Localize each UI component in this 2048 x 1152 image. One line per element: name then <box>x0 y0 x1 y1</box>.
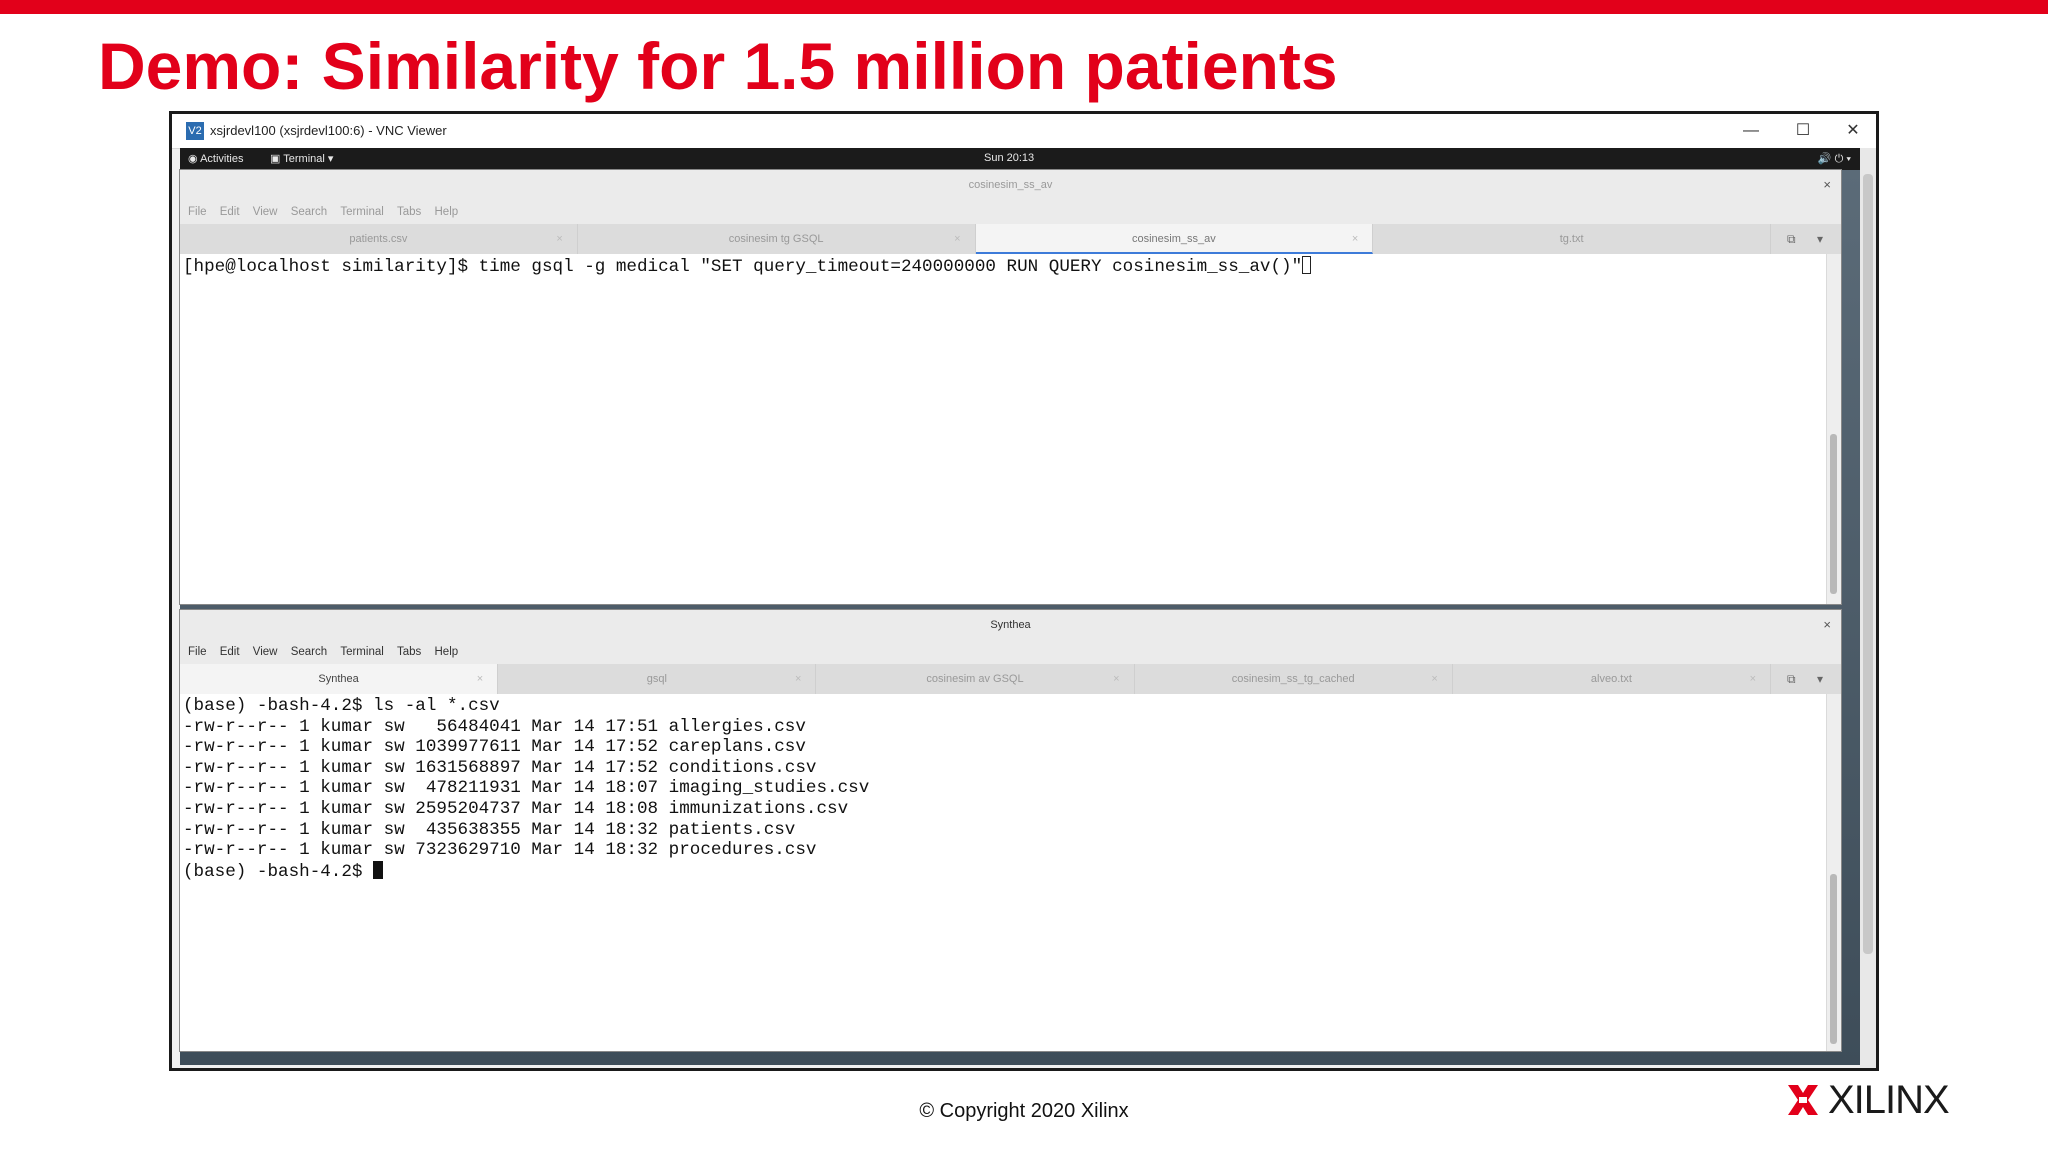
terminal-window-bottom: Synthea × File Edit View Search Terminal… <box>180 610 1841 1051</box>
terminal-menubar: File Edit View Search Terminal Tabs Help <box>180 200 1841 224</box>
tab-cosinesim-ss-tg-cached[interactable]: cosinesim_ss_tg_cached × <box>1135 664 1453 694</box>
tab-cosinesim-ss-av[interactable]: cosinesim_ss_av × <box>975 224 1374 254</box>
chevron-down-icon[interactable]: ▾ <box>1817 224 1823 254</box>
close-icon[interactable]: × <box>1823 610 1831 640</box>
menu-edit[interactable]: Edit <box>220 640 240 664</box>
terminal-app-menu[interactable]: ▣ Terminal ▾ <box>270 152 333 165</box>
scrollbar-thumb[interactable] <box>1830 874 1837 1044</box>
vnc-app-icon: V2 <box>186 122 204 140</box>
shell-prompt: (base) -bash-4.2$ <box>183 861 374 882</box>
terminal-title[interactable]: cosinesim_ss_av × <box>180 170 1841 200</box>
terminal-output-bottom[interactable]: (base) -bash-4.2$ ls -al *.csv -rw-r--r--… <box>180 694 1825 1051</box>
tab-synthea[interactable]: Synthea × <box>180 664 499 694</box>
menu-tabs[interactable]: Tabs <box>397 640 421 664</box>
menu-search[interactable]: Search <box>291 200 327 224</box>
copyright-footer: © Copyright 2020 Xilinx <box>919 1100 1129 1122</box>
menu-help[interactable]: Help <box>435 200 459 224</box>
listing-row: -rw-r--r-- 1 kumar sw 1039977611 Mar 14 … <box>183 737 806 758</box>
new-tab-icon[interactable]: ⧉ <box>1787 664 1796 694</box>
gnome-top-bar: ◉ Activities ▣ Terminal ▾ Sun 20:13 🔊 ⏻ … <box>180 148 1863 170</box>
scrollbar-thumb[interactable] <box>1830 434 1837 594</box>
scrollbar-thumb[interactable] <box>1863 174 1873 954</box>
remote-desktop: cosinesim_ss_av × File Edit View Search … <box>180 170 1863 1065</box>
command-text: time gsql -g medical "SET query_timeout=… <box>478 257 1303 277</box>
tab-cosinesim-tg-gsql[interactable]: cosinesim tg GSQL × <box>578 224 976 254</box>
minimize-icon[interactable]: — <box>1738 118 1764 144</box>
shell-prompt: [hpe@localhost similarity]$ <box>183 257 479 277</box>
terminal-menubar: File Edit View Search Terminal Tabs Help <box>180 640 1841 664</box>
menu-file[interactable]: File <box>188 640 207 664</box>
menu-view[interactable]: View <box>253 640 278 664</box>
system-status-icons[interactable]: 🔊 ⏻ ▾ <box>1818 152 1851 166</box>
close-icon[interactable]: × <box>477 664 483 694</box>
tab-gsql[interactable]: gsql × <box>498 664 817 694</box>
text-cursor <box>1302 256 1312 274</box>
terminal-output-top[interactable]: [hpe@localhost similarity]$ time gsql -g… <box>180 254 1825 604</box>
slide-title: Demo: Similarity for 1.5 million patient… <box>98 29 1338 103</box>
vnc-window-title: xsjrdevl100 (xsjrdevl100:6) - VNC Viewer <box>210 123 447 138</box>
tab-alveo-txt[interactable]: alveo.txt × <box>1453 664 1772 694</box>
terminal-tab-bar: patients.csv × cosinesim tg GSQL × cosines… <box>180 224 1841 254</box>
clock[interactable]: Sun 20:13 <box>984 152 1034 164</box>
menu-view[interactable]: View <box>253 200 278 224</box>
text-cursor <box>373 860 384 879</box>
vnc-titlebar[interactable]: V2 xsjrdevl100 (xsjrdevl100:6) - VNC Vie… <box>172 114 1876 149</box>
prompt-line: (base) -bash-4.2$ <box>183 860 1822 883</box>
menu-edit[interactable]: Edit <box>220 200 240 224</box>
terminal-window-top: cosinesim_ss_av × File Edit View Search … <box>180 170 1841 604</box>
listing-row: -rw-r--r-- 1 kumar sw 7323629710 Mar 14 … <box>183 840 817 861</box>
menu-file[interactable]: File <box>188 200 207 224</box>
terminal-scrollbar-bottom[interactable] <box>1826 694 1841 1051</box>
close-icon[interactable]: × <box>556 224 562 254</box>
activities-button[interactable]: ◉ Activities <box>188 152 243 165</box>
maximize-icon[interactable]: ☐ <box>1790 118 1816 144</box>
tab-controls: ⧉ ▾ <box>1771 224 1841 254</box>
close-icon[interactable]: × <box>1352 224 1358 254</box>
listing-row: -rw-r--r-- 1 kumar sw 435638355 Mar 14 1… <box>183 819 796 840</box>
terminal-title[interactable]: Synthea × <box>180 610 1841 640</box>
listing-row: -rw-r--r-- 1 kumar sw 56484041 Mar 14 17… <box>183 716 806 737</box>
menu-search[interactable]: Search <box>291 640 327 664</box>
command-line: (base) -bash-4.2$ ls -al *.csv <box>183 696 500 716</box>
logo-wordmark: XILINX <box>1828 1077 1950 1122</box>
terminal-tab-bar: Synthea × gsql × cosinesim av GSQL × cosine… <box>180 664 1841 694</box>
chevron-down-icon[interactable]: ▾ <box>1817 664 1823 694</box>
close-icon[interactable]: ✕ <box>1840 118 1866 144</box>
close-icon[interactable]: × <box>1823 170 1831 200</box>
menu-tabs[interactable]: Tabs <box>397 200 421 224</box>
close-icon[interactable]: × <box>954 224 960 254</box>
menu-terminal[interactable]: Terminal <box>340 640 383 664</box>
tab-controls: ⧉ ▾ <box>1771 664 1841 694</box>
close-icon[interactable]: × <box>1431 664 1437 694</box>
xilinx-logo: XILINX <box>1786 1077 1950 1122</box>
vnc-viewer-window: V2 xsjrdevl100 (xsjrdevl100:6) - VNC Vie… <box>169 111 1879 1071</box>
terminal-scrollbar-top[interactable] <box>1826 254 1841 604</box>
menu-terminal[interactable]: Terminal <box>340 200 383 224</box>
close-icon[interactable]: × <box>1750 664 1756 694</box>
tab-tg-txt[interactable]: tg.txt <box>1373 224 1771 254</box>
new-tab-icon[interactable]: ⧉ <box>1787 224 1796 254</box>
listing-row: -rw-r--r-- 1 kumar sw 2595204737 Mar 14 … <box>183 798 849 819</box>
menu-help[interactable]: Help <box>435 640 459 664</box>
xilinx-logo-icon <box>1788 1085 1818 1115</box>
tab-patients-csv[interactable]: patients.csv × <box>180 224 578 254</box>
vnc-scrollbar[interactable] <box>1860 148 1876 1068</box>
close-icon[interactable]: × <box>1113 664 1119 694</box>
close-icon[interactable]: × <box>795 664 801 694</box>
tab-cosinesim-av-gsql[interactable]: cosinesim av GSQL × <box>816 664 1135 694</box>
listing-row: -rw-r--r-- 1 kumar sw 478211931 Mar 14 1… <box>183 778 870 799</box>
brand-top-bar <box>0 0 2048 14</box>
listing-row: -rw-r--r-- 1 kumar sw 1631568897 Mar 14 … <box>183 757 817 778</box>
